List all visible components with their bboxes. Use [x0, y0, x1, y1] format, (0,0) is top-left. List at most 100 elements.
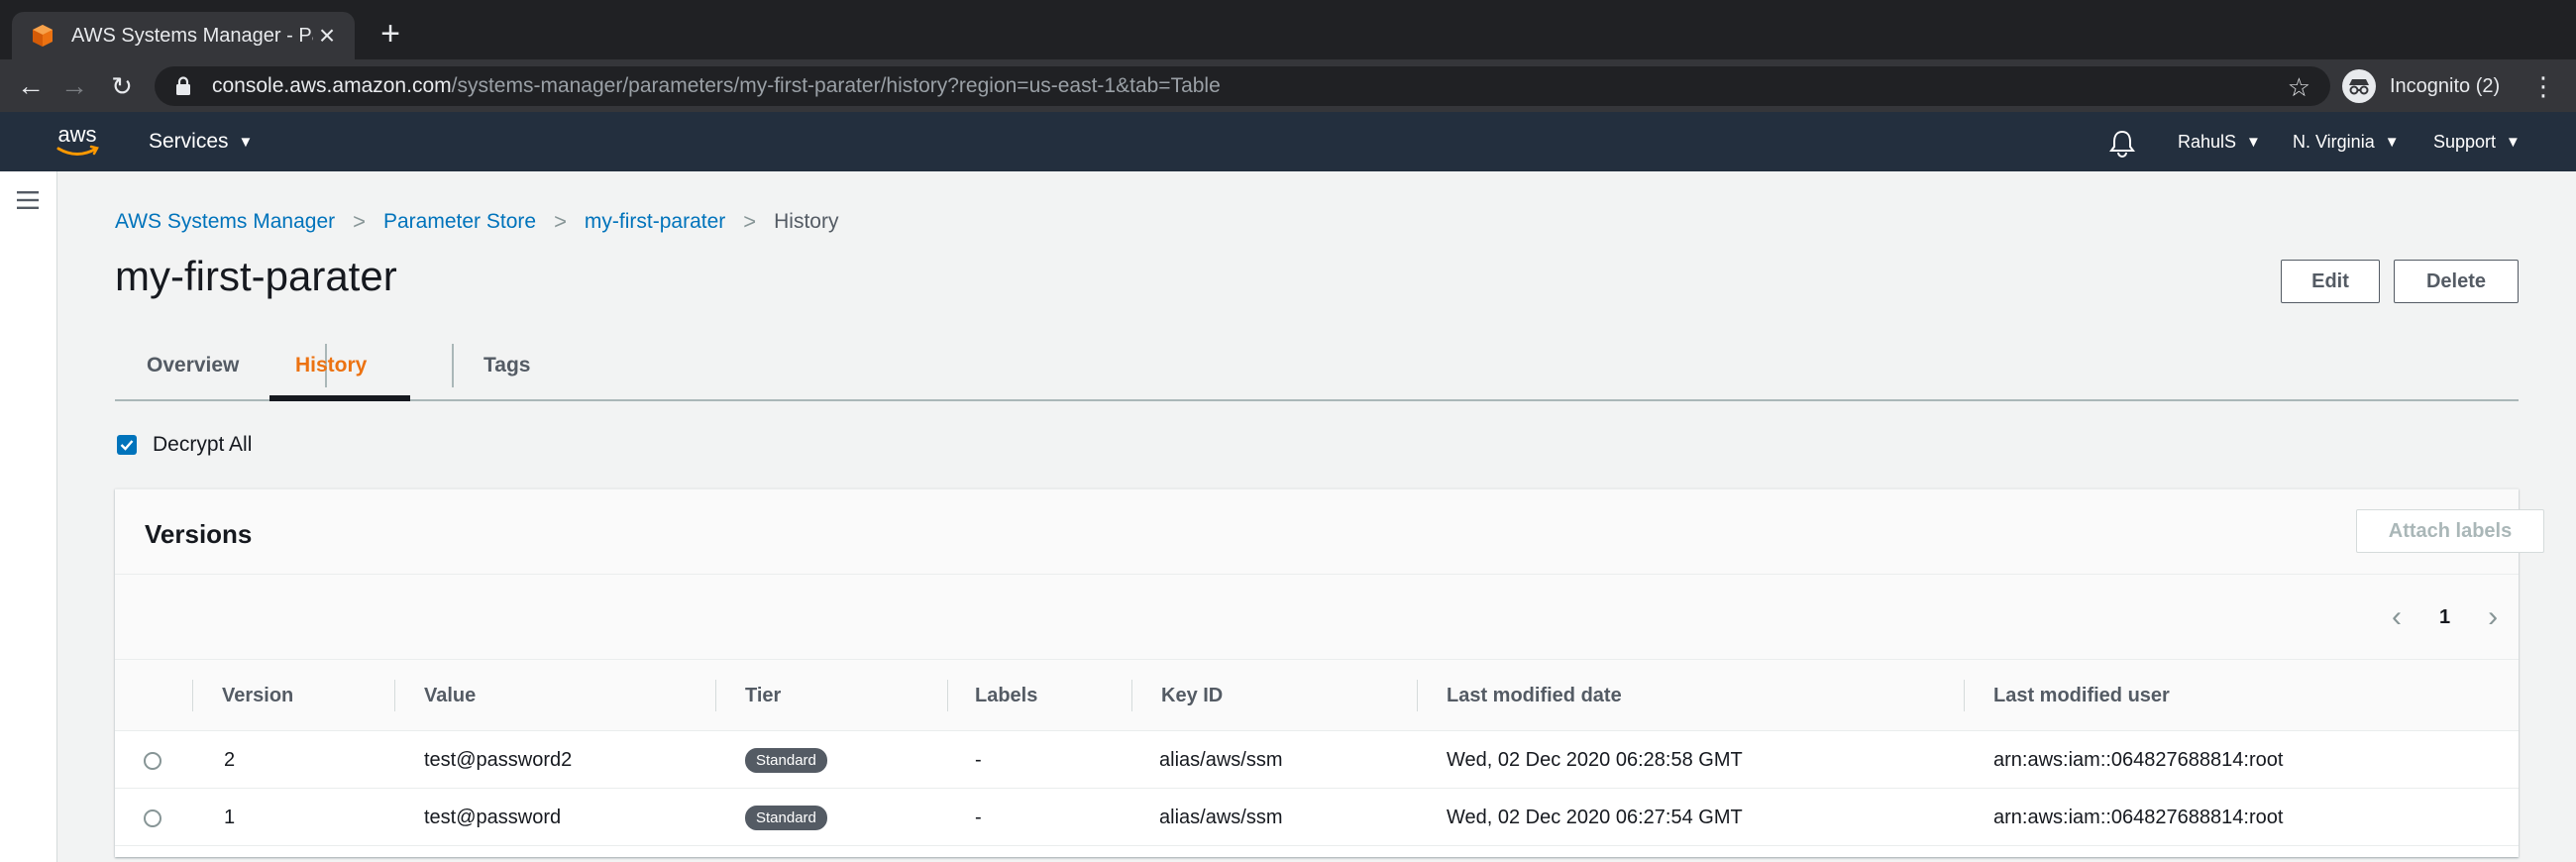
tier-badge: Standard [745, 805, 827, 830]
cell-key-id: alias/aws/ssm [1159, 748, 1283, 771]
table-row[interactable]: 2 test@password2 Standard - alias/aws/ss… [115, 731, 2519, 789]
url-text: console.aws.amazon.com/systems-manager/p… [212, 74, 1221, 98]
support-label: Support [2433, 131, 2497, 152]
forward-arrow-icon[interactable]: → [55, 67, 93, 105]
table-row[interactable]: 1 test@password Standard - alias/aws/ssm… [115, 789, 2519, 846]
cell-last-modified-date: Wed, 02 Dec 2020 06:28:58 GMT [1447, 748, 1743, 771]
bookmark-star-icon[interactable]: ☆ [2288, 72, 2310, 103]
chevron-right-icon: > [353, 209, 366, 234]
back-arrow-icon[interactable]: ← [12, 67, 50, 105]
column-header-key-id[interactable]: Key ID [1161, 660, 1223, 731]
row-select-radio[interactable] [144, 809, 161, 827]
new-tab-icon[interactable]: + [373, 14, 408, 54]
cell-tier: Standard [745, 789, 827, 846]
tab-bar: Overview History Tags [115, 330, 2519, 401]
column-separator [1964, 680, 1965, 711]
bell-icon[interactable] [2108, 128, 2136, 158]
checkmark-icon [120, 440, 134, 451]
cell-version: 1 [224, 806, 236, 828]
table-header: Version Value Tier Labels Key ID Last mo… [115, 660, 2519, 731]
lock-icon [176, 76, 190, 95]
current-page-number[interactable]: 1 [2439, 606, 2450, 629]
address-bar[interactable]: console.aws.amazon.com/systems-manager/p… [155, 66, 2330, 106]
support-menu[interactable]: Support ▼ [2433, 112, 2521, 171]
aws-logo[interactable]: aws [50, 120, 105, 163]
reload-icon[interactable]: ↻ [103, 67, 141, 105]
caret-down-icon: ▼ [2246, 133, 2261, 151]
cell-tier: Standard [745, 731, 827, 789]
incognito-indicator[interactable]: Incognito (2) [2342, 67, 2500, 105]
services-menu[interactable]: Services ▼ [149, 112, 253, 171]
user-menu[interactable]: RahulS ▼ [2178, 112, 2261, 171]
cell-key-id: alias/aws/ssm [1159, 806, 1283, 828]
hamburger-menu-icon[interactable] [17, 191, 39, 209]
caret-down-icon: ▼ [2506, 133, 2521, 151]
tab-tags[interactable]: Tags [483, 330, 530, 401]
url-host: console.aws.amazon.com [212, 74, 452, 97]
aws-cube-icon [33, 25, 53, 47]
column-header-labels[interactable]: Labels [975, 660, 1037, 731]
incognito-label: Incognito (2) [2390, 74, 2501, 97]
column-separator [192, 680, 193, 711]
aws-top-nav: aws Services ▼ RahulS ▼ N. Virginia ▼ Su… [0, 112, 2576, 171]
breadcrumb-link-parameter-store[interactable]: Parameter Store [383, 210, 536, 234]
region-menu[interactable]: N. Virginia ▼ [2293, 112, 2400, 171]
cell-value: test@password [424, 806, 562, 828]
tab-overview[interactable]: Overview [147, 330, 239, 401]
cell-labels: - [975, 748, 982, 771]
pagination: ‹ 1 › [2382, 600, 2508, 634]
chevron-right-icon: > [743, 209, 757, 234]
edit-button[interactable]: Edit [2281, 260, 2380, 303]
page-title: my-first-parater [115, 253, 397, 299]
browser-tab-strip: AWS Systems Manager - Paran × + [0, 0, 2576, 59]
cell-labels: - [975, 806, 982, 828]
chevron-right-icon: > [554, 209, 567, 234]
column-separator [947, 680, 948, 711]
url-path: /systems-manager/parameters/my-first-par… [451, 74, 1221, 97]
browser-tab-title: AWS Systems Manager - Paran [71, 24, 313, 47]
versions-header: Versions Attach labels [115, 489, 2544, 575]
versions-panel: Versions Attach labels ‹ 1 › Version Val… [115, 488, 2544, 857]
row-select-radio[interactable] [144, 752, 161, 770]
cell-last-modified-user: arn:aws:iam::064827688814:root [1993, 748, 2284, 771]
column-header-last-modified-date[interactable]: Last modified date [1447, 660, 1622, 731]
delete-button[interactable]: Delete [2394, 260, 2519, 303]
region-label: N. Virginia [2293, 131, 2375, 152]
main-content: AWS Systems Manager > Parameter Store > … [57, 171, 2576, 862]
breadcrumb-link-parameter[interactable]: my-first-parater [585, 210, 725, 234]
services-label: Services [149, 130, 229, 153]
caret-down-icon: ▼ [2384, 133, 2400, 151]
chevron-left-icon[interactable]: ‹ [2382, 600, 2412, 634]
caret-down-icon: ▼ [238, 133, 254, 151]
column-header-version[interactable]: Version [222, 660, 293, 731]
column-separator [1417, 680, 1418, 711]
cell-last-modified-date: Wed, 02 Dec 2020 06:27:54 GMT [1447, 806, 1743, 828]
svg-text:aws: aws [57, 122, 96, 147]
tab-divider [452, 344, 454, 387]
attach-labels-button[interactable]: Attach labels [2356, 509, 2544, 553]
column-header-last-modified-user[interactable]: Last modified user [1993, 660, 2170, 731]
close-tab-icon[interactable]: × [313, 22, 341, 50]
tab-history[interactable]: History [295, 330, 367, 401]
active-tab-indicator [269, 395, 410, 401]
decrypt-all-toggle[interactable]: Decrypt All [117, 433, 252, 457]
pagination-row: ‹ 1 › [115, 575, 2519, 660]
versions-title: Versions [145, 519, 253, 549]
decrypt-all-checkbox[interactable] [117, 435, 137, 455]
browser-toolbar: ← → ↻ console.aws.amazon.com/systems-man… [0, 59, 2576, 112]
chevron-right-icon[interactable]: › [2478, 600, 2508, 634]
cell-version: 2 [224, 748, 236, 771]
column-header-value[interactable]: Value [424, 660, 476, 731]
cell-value: test@password2 [424, 748, 573, 771]
column-separator [715, 680, 716, 711]
column-separator [1131, 680, 1132, 711]
browser-menu-icon[interactable]: ⋮ [2528, 67, 2558, 105]
column-separator [394, 680, 395, 711]
column-header-tier[interactable]: Tier [745, 660, 781, 731]
user-label: RahulS [2178, 131, 2237, 152]
decrypt-all-label: Decrypt All [153, 433, 253, 456]
tier-badge: Standard [745, 747, 827, 773]
incognito-icon [2342, 69, 2376, 103]
breadcrumb-link-systems-manager[interactable]: AWS Systems Manager [115, 210, 335, 234]
browser-tab[interactable]: AWS Systems Manager - Paran × [12, 12, 355, 59]
